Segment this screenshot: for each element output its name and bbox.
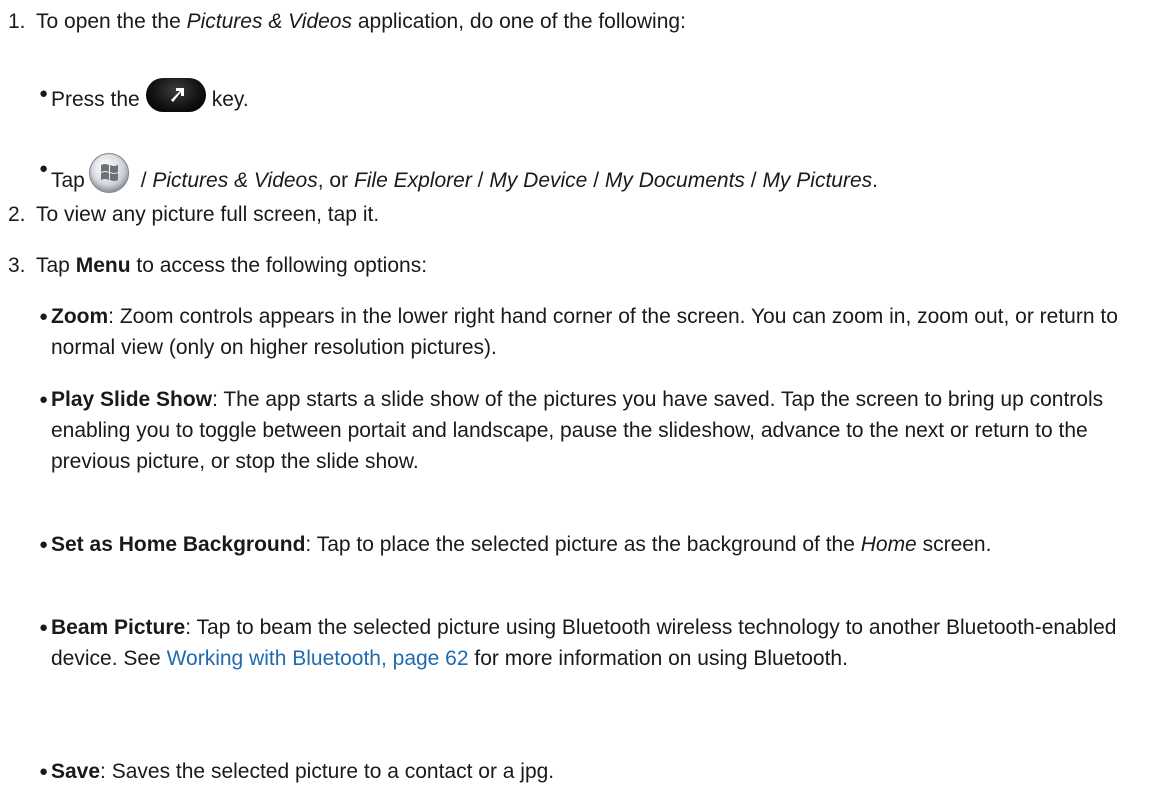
bullet-dot: ●: [39, 536, 49, 553]
document-page: 1. To open the the Pictures & Videos app…: [0, 0, 1174, 791]
bullet-dot: ●: [39, 85, 49, 102]
bluetooth-link[interactable]: Working with Bluetooth, page 62: [167, 647, 469, 670]
windows-start-icon: [88, 153, 129, 193]
step-text: To open the the Pictures & Videos applic…: [36, 10, 686, 33]
bullet-dot: ●: [39, 619, 49, 636]
step-number: 2.: [8, 203, 26, 226]
app-name: Pictures & Videos: [186, 10, 352, 33]
arrow-key-icon: [145, 78, 206, 112]
step-number: 1.: [8, 10, 26, 33]
bullet-dot: ●: [39, 308, 49, 325]
bullet-dot: ●: [39, 763, 49, 780]
step-text: Tap Menu to access the following options…: [36, 254, 428, 277]
menu-label: Menu: [75, 254, 131, 277]
step-text: To view any picture full screen, tap it.: [36, 203, 380, 226]
bullet-dot: ●: [39, 160, 49, 177]
step-number: 3.: [8, 254, 26, 277]
bullet-dot: ●: [39, 391, 49, 408]
